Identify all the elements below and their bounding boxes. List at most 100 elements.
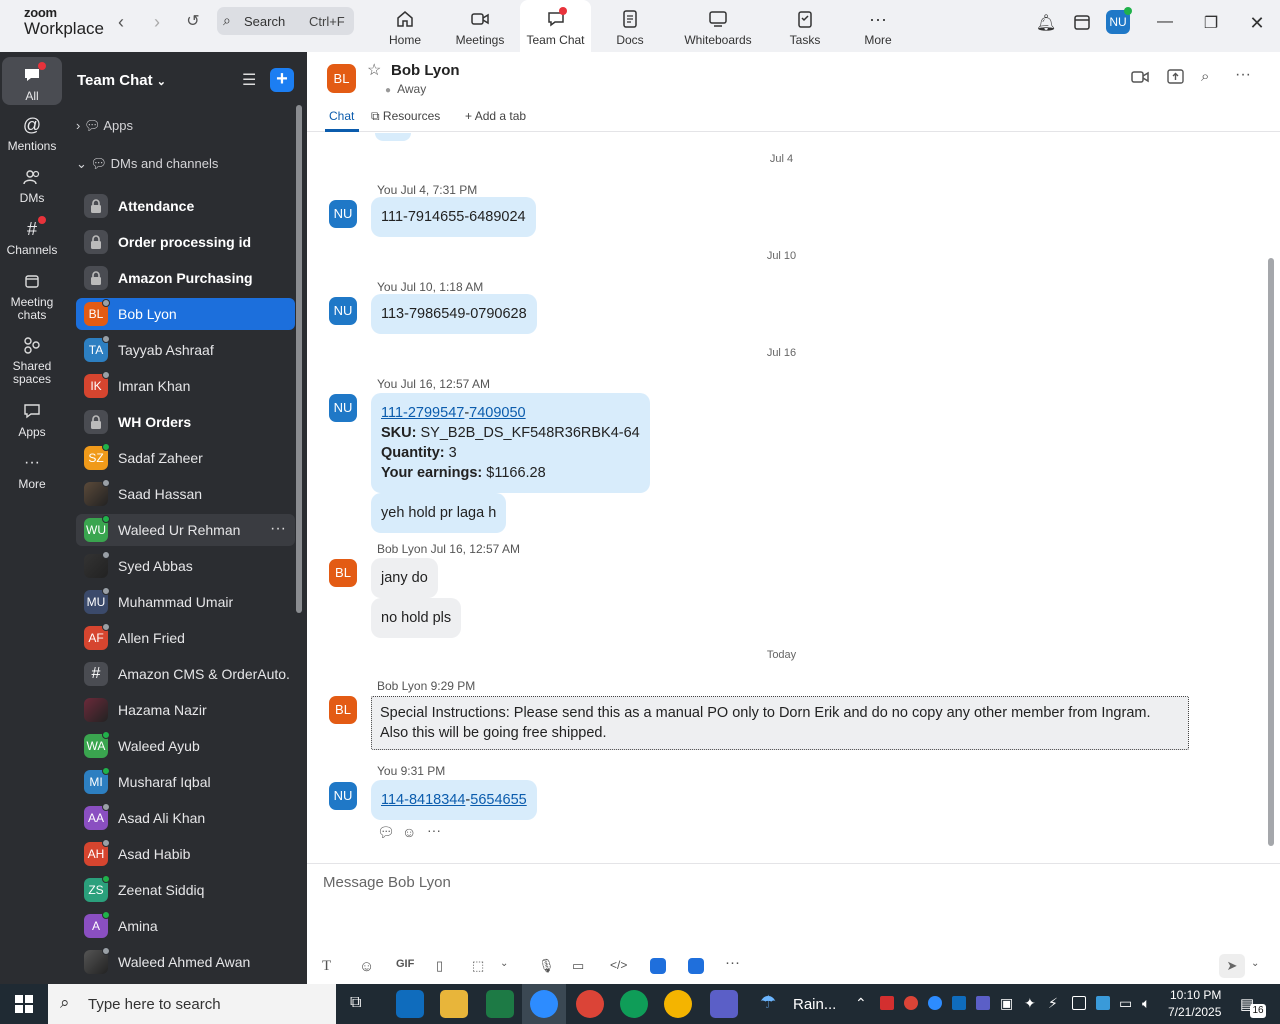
tab-home[interactable]: Home <box>380 0 430 52</box>
excel-icon[interactable] <box>486 990 514 1018</box>
outlook-tray-icon[interactable] <box>952 996 966 1010</box>
share-screen-icon[interactable] <box>1167 69 1184 87</box>
sidebar-item[interactable]: MI Musharaf Iqbal <box>76 766 295 798</box>
sidebar-item[interactable]: A Amina <box>76 910 295 942</box>
sidebar-item[interactable]: WA Waleed Ayub <box>76 730 295 762</box>
sidebar-item[interactable]: Amazon Purchasing <box>76 262 295 294</box>
star-icon[interactable]: ☆ <box>367 60 381 80</box>
sidebar-item[interactable]: WU Waleed Ur Rehman ··· <box>76 514 295 546</box>
tab-chat[interactable]: Chat <box>329 109 354 123</box>
sidebar-item[interactable]: Saad Hassan <box>76 478 295 510</box>
sender-avatar[interactable]: NU <box>329 297 357 325</box>
message-composer[interactable]: Message Bob Lyon T ☺ GIF ▯ ⬚ ⌄ 🎙︎ ▭ </> … <box>307 863 1280 984</box>
order-link-part2[interactable]: 5654655 <box>470 792 526 808</box>
app-icon[interactable] <box>688 958 704 974</box>
reply-icon[interactable]: 💬︎ <box>377 824 395 841</box>
app-tray-icon[interactable] <box>1072 996 1086 1010</box>
more-options-icon[interactable]: ··· <box>725 954 740 971</box>
sidebar-item[interactable]: # Amazon CMS & OrderAuto... <box>76 658 295 690</box>
message-bubble[interactable]: no hold pls <box>371 598 462 638</box>
more-options-icon[interactable]: ··· <box>1235 66 1251 84</box>
tab-resources[interactable]: ⧉ Resources <box>371 109 440 124</box>
sender-avatar[interactable]: NU <box>329 394 357 422</box>
minimize-icon[interactable]: — <box>1154 13 1176 31</box>
volume-icon[interactable]: 🔈︎ <box>1142 995 1150 1012</box>
windows-start-icon[interactable] <box>15 995 33 1016</box>
weather-text[interactable]: Rain... <box>793 996 836 1013</box>
search-icon[interactable]: ⌕ <box>1201 68 1209 85</box>
file-explorer-icon[interactable] <box>440 990 468 1018</box>
acrobat-tray-icon[interactable] <box>880 996 894 1010</box>
gif-icon[interactable]: GIF <box>396 958 414 970</box>
taskbar-search[interactable]: ⌕ Type here to search <box>48 984 336 1024</box>
chevron-down-icon[interactable]: ⌄ <box>1251 958 1259 969</box>
chevron-down-icon[interactable]: ⌄ <box>500 958 508 969</box>
rail-more[interactable]: ··· More <box>2 452 62 491</box>
sidebar-item[interactable]: Syed Abbas <box>76 550 295 582</box>
teams-tray-icon[interactable] <box>976 996 990 1010</box>
message-bubble[interactable]: 114-8418344-5654655 <box>371 780 537 820</box>
message-bubble[interactable]: yeh hold pr laga h <box>371 493 507 533</box>
clock-date[interactable]: 7/21/2025 <box>1168 1005 1221 1019</box>
message-bubble[interactable]: 111-7914655-6489024 <box>371 197 536 237</box>
chrome-icon[interactable] <box>664 990 692 1018</box>
close-icon[interactable]: ✕ <box>1246 13 1268 34</box>
screenshot-icon[interactable]: ⬚ <box>472 958 484 974</box>
sidebar-item[interactable]: Hazama Nazir <box>76 694 295 726</box>
text-format-icon[interactable]: T <box>322 958 331 975</box>
sidebar-item[interactable]: BL Bob Lyon <box>76 298 295 330</box>
more-actions-icon[interactable]: ··· <box>427 822 441 838</box>
message-bubble[interactable]: 113-7986549-0790628 <box>371 294 537 334</box>
chevron-up-icon[interactable]: ⌃ <box>855 995 867 1012</box>
sidebar-item[interactable]: WH Orders <box>76 406 295 438</box>
rail-channels[interactable]: # Channels <box>2 216 62 257</box>
code-snippet-icon[interactable]: </> <box>610 958 627 972</box>
order-message-bubble[interactable]: 111-2799547-7409050 SKU: SY_B2B_DS_KF548… <box>371 393 650 493</box>
forward-icon[interactable]: › <box>146 12 168 34</box>
chat-scrollbar[interactable] <box>1268 258 1274 846</box>
instructions-message[interactable]: Special Instructions: Please send this a… <box>371 696 1189 750</box>
sender-avatar[interactable]: NU <box>329 200 357 228</box>
chrome-icon[interactable] <box>576 990 604 1018</box>
file-icon[interactable]: ▯ <box>436 958 443 974</box>
tab-docs[interactable]: Docs <box>605 0 655 52</box>
sender-avatar[interactable]: BL <box>329 559 357 587</box>
section-apps[interactable]: › 💬︎ Apps <box>76 118 133 134</box>
emoji-icon[interactable]: ☺ <box>359 958 374 975</box>
new-chat-button[interactable]: + <box>270 68 294 92</box>
search-box[interactable]: ⌕ Search Ctrl+F <box>217 7 354 35</box>
more-options-icon[interactable]: ··· <box>270 520 286 538</box>
clock-time[interactable]: 10:10 PM <box>1170 988 1221 1002</box>
rail-mentions[interactable]: @ Mentions <box>2 114 62 153</box>
tab-team-chat[interactable]: Team Chat <box>520 0 591 52</box>
sender-avatar[interactable]: NU <box>329 782 357 810</box>
restore-icon[interactable]: ❐ <box>1200 13 1222 33</box>
video-message-icon[interactable]: ▭ <box>572 958 584 974</box>
rail-apps[interactable]: Apps <box>2 400 62 439</box>
contact-avatar[interactable]: BL <box>327 64 356 93</box>
order-link-part2[interactable]: 7409050 <box>469 405 525 421</box>
order-link-part1[interactable]: 111-2799547 <box>381 405 464 421</box>
back-icon[interactable]: ‹ <box>110 12 132 34</box>
contact-name[interactable]: Bob Lyon <box>391 62 460 79</box>
teams-icon[interactable] <box>710 990 738 1018</box>
history-icon[interactable]: ↺ <box>182 12 204 34</box>
network-tray-icon[interactable]: ⚡︎ <box>1048 995 1058 1012</box>
calendar-icon[interactable] <box>1071 13 1093 36</box>
sidebar-header[interactable]: Team Chat ⌄ <box>77 72 166 89</box>
section-dms-channels[interactable]: ⌄ 💬︎ DMs and channels <box>76 156 218 172</box>
outlook-icon[interactable] <box>396 990 424 1018</box>
sidebar-item[interactable]: AH Asad Habib <box>76 838 295 870</box>
emoji-reaction-icon[interactable]: ☺ <box>402 824 416 840</box>
video-call-icon[interactable] <box>1131 70 1149 87</box>
security-tray-icon[interactable]: ✦ <box>1024 995 1036 1012</box>
zoom-tray-icon[interactable] <box>928 996 942 1010</box>
sidebar-item[interactable]: Attendance <box>76 190 295 222</box>
add-tab-button[interactable]: + Add a tab <box>465 109 526 123</box>
bell-icon[interactable]: 🔔︎ <box>1035 13 1057 33</box>
order-link-part1[interactable]: 114-8418344 <box>381 792 465 808</box>
sidebar-item[interactable]: ZS Zeenat Siddiq <box>76 874 295 906</box>
chrome-icon[interactable] <box>620 990 648 1018</box>
display-tray-icon[interactable]: ▣ <box>1000 995 1013 1012</box>
sidebar-item[interactable]: AA Asad Ali Khan <box>76 802 295 834</box>
